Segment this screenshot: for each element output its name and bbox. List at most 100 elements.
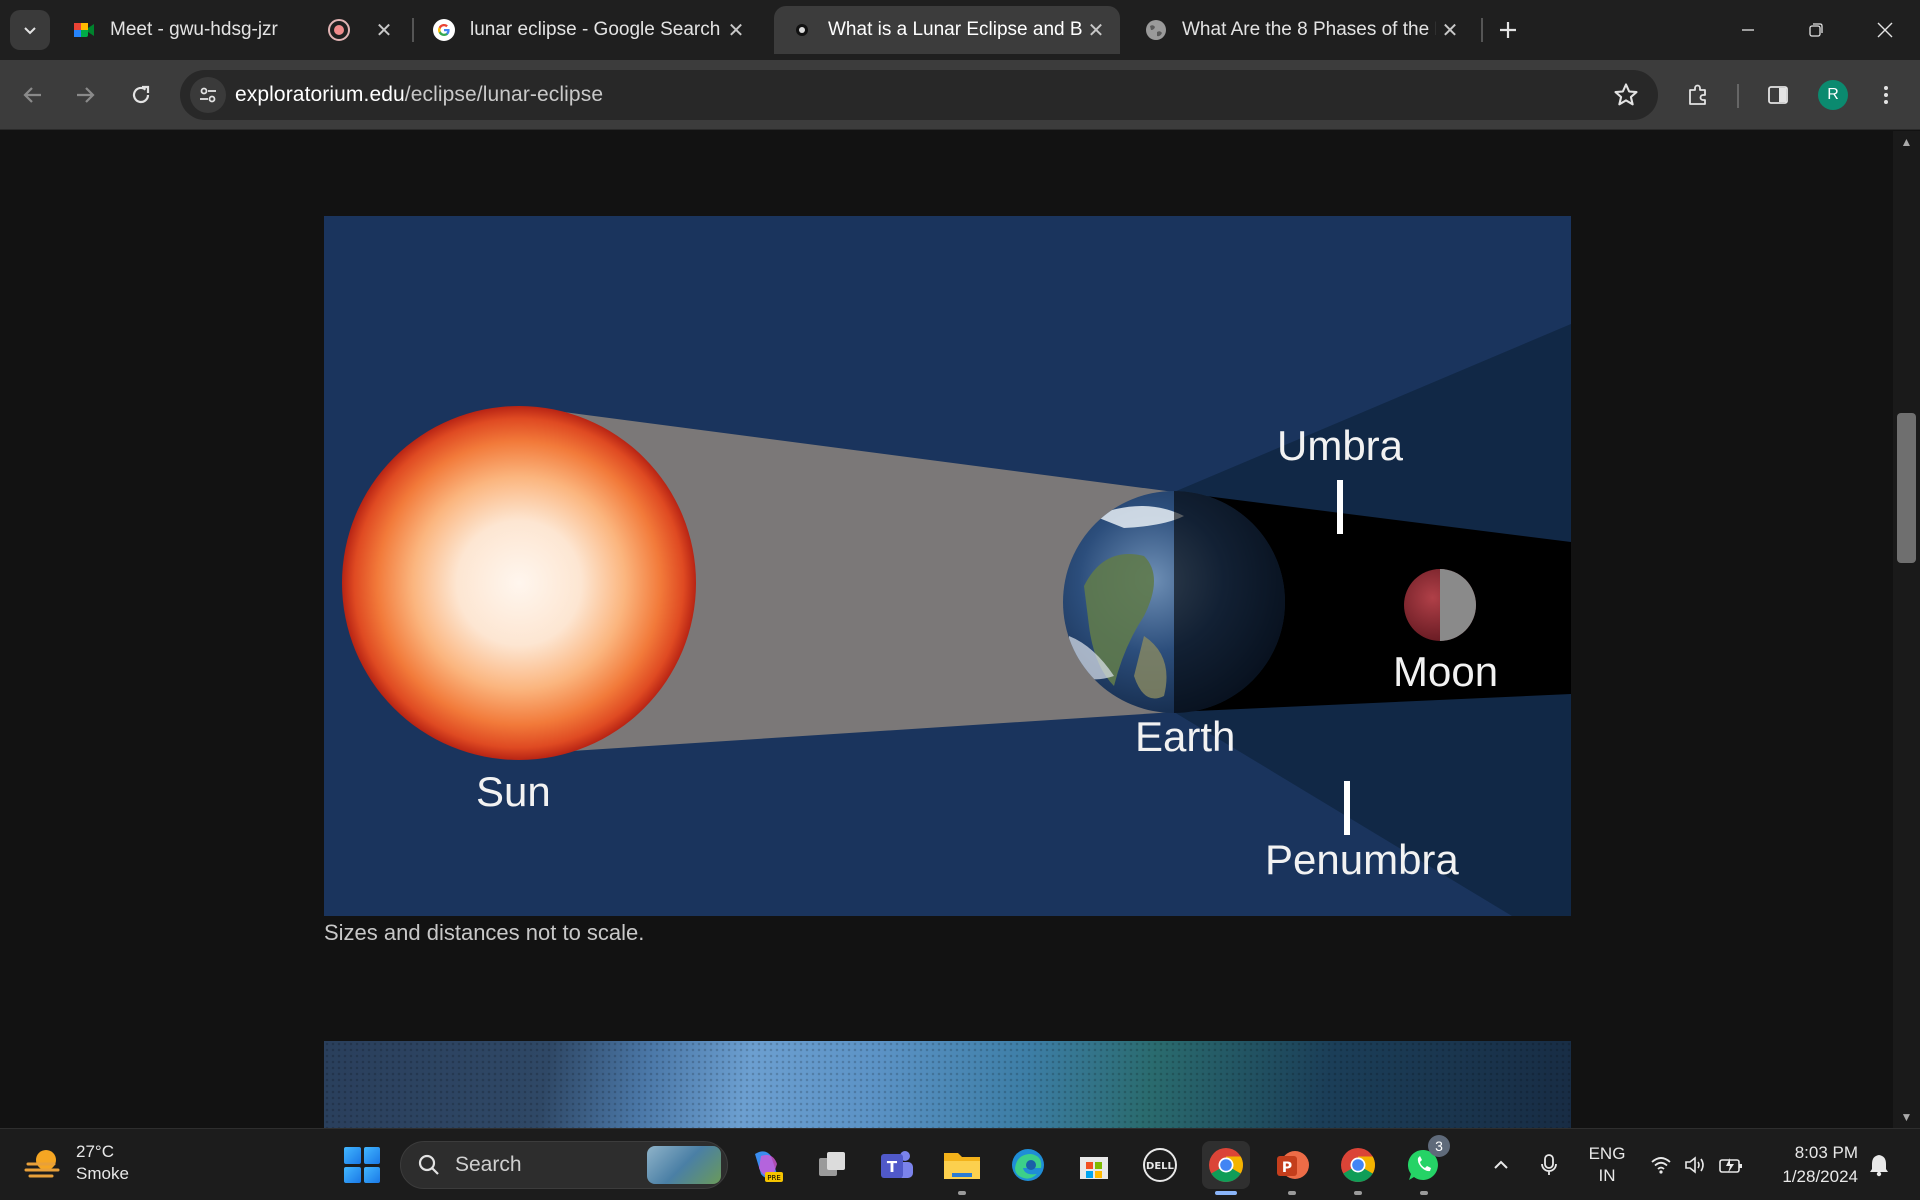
tab-meet[interactable]: Meet - gwu-hdsg-jzr ✕ <box>56 6 408 54</box>
address-bar[interactable]: exploratorium.edu/eclipse/lunar-eclipse <box>180 70 1658 120</box>
tab-search-button[interactable] <box>10 10 50 50</box>
side-panel-button[interactable] <box>1757 74 1799 116</box>
menu-button[interactable] <box>1865 74 1907 116</box>
running-indicator <box>1354 1191 1362 1195</box>
microsoft-store-app[interactable] <box>1070 1141 1118 1189</box>
toolbar-divider <box>1737 84 1739 108</box>
restore-icon <box>1809 23 1823 37</box>
url-text[interactable]: exploratorium.edu/eclipse/lunar-eclipse <box>235 83 603 107</box>
chrome-icon <box>1341 1148 1375 1182</box>
svg-text:T: T <box>887 1158 898 1176</box>
active-indicator <box>1215 1191 1237 1195</box>
chevron-down-icon <box>24 27 36 35</box>
clock-date: 1/28/2024 <box>1782 1167 1858 1186</box>
close-tab-icon[interactable]: ✕ <box>1082 16 1110 44</box>
minimize-icon <box>1742 29 1754 31</box>
url-path: /eclipse/lunar-eclipse <box>404 83 604 106</box>
close-tab-icon[interactable]: ✕ <box>1436 16 1464 44</box>
side-panel-icon <box>1768 86 1788 104</box>
notifications-button[interactable] <box>1866 1143 1892 1187</box>
scroll-down-arrow-icon[interactable]: ▼ <box>1893 1106 1920 1128</box>
dell-app[interactable]: DELL <box>1136 1141 1184 1189</box>
weather-widget[interactable]: 27°C Smoke <box>24 1141 129 1185</box>
tab-separator <box>1481 18 1483 42</box>
copilot-app[interactable]: PRE <box>742 1141 790 1189</box>
wifi-button[interactable] <box>1648 1143 1674 1187</box>
close-tab-icon[interactable]: ✕ <box>370 16 398 44</box>
microphone-button[interactable] <box>1535 1143 1563 1187</box>
reload-button[interactable] <box>120 74 162 116</box>
running-indicator <box>1288 1191 1296 1195</box>
arrow-left-icon <box>23 87 41 103</box>
speaker-icon <box>1685 1156 1704 1174</box>
weather-temperature: 27°C <box>76 1142 114 1161</box>
chrome-app-second[interactable] <box>1334 1141 1382 1195</box>
start-button[interactable] <box>340 1143 384 1187</box>
edge-icon <box>1012 1149 1044 1181</box>
windows-logo-tile <box>363 1147 380 1164</box>
microphone-icon <box>1541 1154 1557 1175</box>
chrome-app-active[interactable] <box>1202 1141 1250 1195</box>
moon-label: Moon <box>1393 648 1499 695</box>
battery-button[interactable] <box>1716 1143 1746 1187</box>
site-info-button[interactable] <box>190 77 226 113</box>
store-icon <box>1080 1157 1108 1179</box>
svg-text:P: P <box>1282 1160 1292 1176</box>
google-meet-icon <box>72 18 96 42</box>
sun-shape <box>342 406 696 760</box>
volume-button[interactable] <box>1682 1143 1708 1187</box>
input-language-indicator[interactable]: ENG IN <box>1585 1143 1629 1187</box>
edge-app[interactable] <box>1004 1141 1052 1189</box>
copilot-icon: PRE <box>755 1151 783 1182</box>
penumbra-pointer-line <box>1344 781 1350 835</box>
running-indicator <box>958 1191 966 1195</box>
show-hidden-icons-button[interactable] <box>1486 1143 1516 1187</box>
tab-lunar-eclipse-active[interactable]: What is a Lunar Eclipse and Blo ✕ <box>774 6 1120 54</box>
browser-window: Meet - gwu-hdsg-jzr ✕ lunar eclipse - Go… <box>0 0 1920 1200</box>
browser-toolbar: exploratorium.edu/eclipse/lunar-eclipse … <box>0 60 1920 130</box>
close-tab-icon[interactable]: ✕ <box>722 16 750 44</box>
new-tab-button[interactable] <box>1492 14 1524 46</box>
tab-google-search[interactable]: lunar eclipse - Google Search ✕ <box>416 6 760 54</box>
task-view-app[interactable] <box>808 1141 856 1189</box>
chevron-up-icon <box>1494 1160 1508 1169</box>
back-button[interactable] <box>12 74 54 116</box>
running-indicator <box>1420 1191 1428 1195</box>
more-vert-icon <box>1884 86 1888 104</box>
url-domain: exploratorium.edu <box>235 83 405 106</box>
tab-title: What is a Lunar Eclipse and Blo <box>828 19 1082 40</box>
search-icon <box>418 1154 439 1175</box>
file-explorer-app[interactable] <box>938 1141 986 1195</box>
notification-badge: 3 <box>1428 1135 1450 1157</box>
tab-moon-phases[interactable]: What Are the 8 Phases of the M ✕ <box>1128 6 1474 54</box>
avatar: R <box>1818 80 1848 110</box>
windows-logo-tile <box>344 1147 361 1164</box>
whatsapp-app[interactable]: 3 <box>1400 1135 1450 1195</box>
tab-strip: Meet - gwu-hdsg-jzr ✕ lunar eclipse - Go… <box>0 0 1920 60</box>
forward-button[interactable] <box>64 74 106 116</box>
page-scrollbar[interactable]: ▲ ▼ <box>1893 131 1920 1128</box>
powerpoint-app[interactable]: P <box>1268 1141 1316 1195</box>
profile-button[interactable]: R <box>1812 74 1854 116</box>
restore-button[interactable] <box>1788 8 1844 52</box>
bookmark-star-icon[interactable] <box>1612 81 1640 109</box>
extensions-button[interactable] <box>1677 74 1719 116</box>
bell-icon <box>1870 1155 1888 1177</box>
svg-text:DELL: DELL <box>1146 1161 1175 1172</box>
teams-app[interactable]: T <box>872 1141 920 1189</box>
umbra-pointer-line <box>1337 480 1343 534</box>
minimize-button[interactable] <box>1720 8 1776 52</box>
search-highlight-image <box>647 1146 721 1184</box>
taskbar-search[interactable]: Search <box>400 1141 728 1189</box>
windows-logo-tile <box>344 1166 361 1183</box>
next-figure-image <box>324 1041 1571 1128</box>
scrollbar-thumb[interactable] <box>1897 413 1916 563</box>
task-view-icon <box>819 1152 845 1176</box>
windows-taskbar: 27°C Smoke Search PRE T DELL P 3 ENG IN … <box>0 1128 1920 1200</box>
scroll-up-arrow-icon[interactable]: ▲ <box>1893 131 1920 153</box>
close-window-button[interactable] <box>1857 8 1913 52</box>
google-icon <box>432 18 456 42</box>
taskbar-clock[interactable]: 8:03 PM 1/28/2024 <box>1766 1141 1858 1189</box>
close-icon <box>1877 22 1893 38</box>
clock-time: 8:03 PM <box>1794 1143 1858 1162</box>
